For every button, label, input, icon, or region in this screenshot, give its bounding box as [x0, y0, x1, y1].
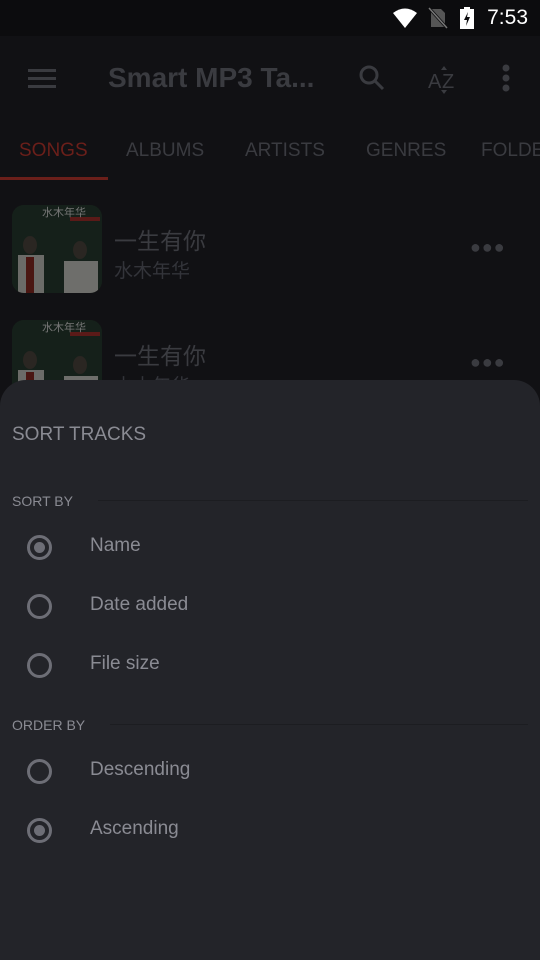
divider — [98, 500, 528, 501]
tab-genres[interactable]: GENRES — [366, 140, 446, 162]
tab-albums[interactable]: ALBUMS — [126, 140, 204, 162]
order-option-descending[interactable]: Descending — [0, 749, 540, 799]
tab-folders[interactable]: FOLDE — [481, 140, 540, 162]
option-label: Date added — [90, 594, 189, 615]
svg-text:Z: Z — [442, 71, 454, 93]
search-icon[interactable] — [358, 64, 386, 92]
sort-option-file-size[interactable]: File size — [0, 643, 540, 693]
option-label: Descending — [90, 759, 191, 780]
sheet-title: SORT TRACKS — [12, 424, 147, 445]
app-bar: Smart MP3 Ta... AZ — [0, 36, 540, 120]
sort-az-icon[interactable]: AZ — [428, 64, 460, 96]
battery-charging-icon — [460, 7, 474, 29]
more-vert-icon[interactable] — [500, 64, 512, 94]
more-horiz-icon[interactable]: ●●● — [470, 352, 506, 373]
order-option-ascending[interactable]: Ascending — [0, 808, 540, 858]
menu-icon[interactable] — [28, 69, 56, 89]
status-bar: 7:53 — [0, 0, 540, 36]
radio-selected[interactable] — [27, 535, 52, 560]
clock: 7:53 — [487, 6, 528, 29]
more-horiz-icon[interactable]: ●●● — [470, 237, 506, 258]
no-sim-icon — [428, 7, 448, 29]
radio-selected[interactable] — [27, 818, 52, 843]
wifi-icon — [393, 8, 417, 28]
tab-songs[interactable]: SONGS — [19, 140, 88, 162]
sort-option-date-added[interactable]: Date added — [0, 584, 540, 634]
svg-text:A: A — [428, 71, 442, 93]
tab-indicator — [0, 177, 108, 180]
app-title: Smart MP3 Ta... — [108, 62, 315, 93]
song-title: 一生有你 — [114, 228, 206, 254]
divider — [110, 724, 528, 725]
radio-unselected[interactable] — [27, 759, 52, 784]
option-label: File size — [90, 653, 160, 674]
order-by-label: ORDER BY — [12, 717, 86, 733]
album-art: 水木年华 — [12, 205, 102, 293]
sort-by-label: SORT BY — [12, 493, 73, 509]
option-label: Ascending — [90, 818, 179, 839]
svg-text:水木年华: 水木年华 — [42, 205, 86, 219]
song-artist: 水木年华 — [114, 261, 191, 282]
option-label: Name — [90, 535, 141, 556]
sort-option-name[interactable]: Name — [0, 525, 540, 575]
tab-bar: SONGS ALBUMS ARTISTS GENRES FOLDE — [0, 120, 540, 180]
tab-artists[interactable]: ARTISTS — [245, 140, 325, 162]
radio-unselected[interactable] — [27, 594, 52, 619]
sort-bottom-sheet: SORT TRACKS SORT BY Name Date added File… — [0, 380, 540, 960]
radio-unselected[interactable] — [27, 653, 52, 678]
svg-text:水木年华: 水木年华 — [42, 320, 86, 334]
song-row[interactable]: 水木年华 一生有你 水木年华 ●●● — [0, 195, 540, 305]
song-title: 一生有你 — [114, 343, 206, 369]
